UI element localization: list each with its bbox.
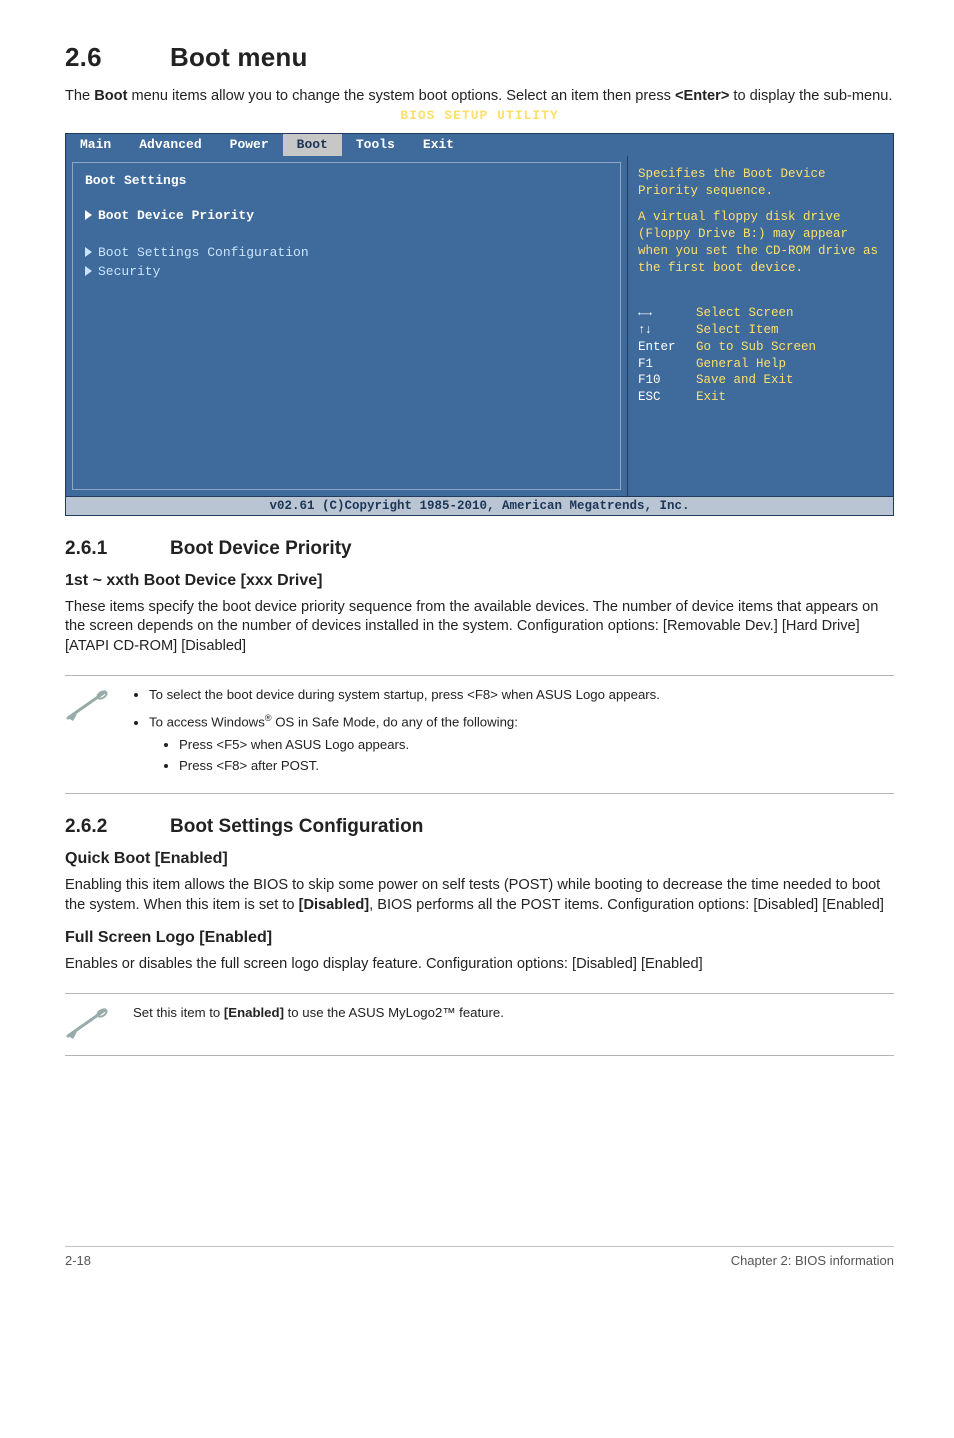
note-content: Set this item to [Enabled] to use the AS… [133,1004,894,1022]
subsection-heading: 2.6.1Boot Device Priority [65,538,894,560]
text-run: Set this item to [133,1005,224,1020]
option-heading: Full Screen Logo [Enabled] [65,929,894,947]
text-run: to display the sub-menu. [729,88,892,104]
bios-menu-item: Boot Device Priority [85,206,608,225]
bios-nav-row: ESCExit [638,389,883,406]
bios-nav-key: F10 [638,372,696,389]
bios-tab-boot: Boot [283,134,342,156]
bios-nav-row: EnterGo to Sub Screen [638,339,883,356]
section-number: 2.6 [65,42,170,73]
triangle-right-icon [85,210,92,220]
bios-nav-legend: ←→Select Screen↑↓Select ItemEnterGo to S… [638,305,883,406]
bios-tab-main: Main [66,134,125,156]
bios-nav-key: ←→ [638,305,696,322]
note-content: To select the boot device during system … [133,686,894,783]
chapter-label: Chapter 2: BIOS information [731,1253,894,1268]
option-heading: 1st ~ xxth Boot Device [xxx Drive] [65,572,894,590]
text-run: OS in Safe Mode, do any of the following… [272,715,518,730]
note-icon [65,686,133,727]
bios-nav-label: General Help [696,357,786,371]
section-title-text: Boot menu [170,42,308,72]
text-bold: <Enter> [675,88,729,104]
note-block: To select the boot device during system … [65,675,894,794]
text-run: , BIOS performs all the POST items. Conf… [369,897,884,913]
text-bold: Boot [94,88,127,104]
page-section-heading: 2.6Boot menu [65,42,894,73]
bios-left-pane: Boot Settings Boot Device Priority Boot S… [66,156,627,496]
divider [65,793,894,794]
bios-tab-exit: Exit [409,134,468,156]
bios-menu-item-label: Boot Settings Configuration [98,245,309,260]
bios-title: BIOS SETUP UTILITY [65,108,894,123]
subsection-title: Boot Settings Configuration [170,816,423,837]
bios-screenshot: BIOS SETUP UTILITY MainAdvancedPowerBoot… [65,121,894,516]
divider [65,1055,894,1056]
page-number: 2-18 [65,1253,91,1268]
paragraph: Enables or disables the full screen logo… [65,955,894,975]
registered-mark: ® [265,713,272,723]
bios-nav-label: Go to Sub Screen [696,340,816,354]
bios-footer: v02.61 (C)Copyright 1985-2010, American … [65,497,894,516]
bios-nav-label: Save and Exit [696,373,794,387]
subsection-number: 2.6.2 [65,816,170,838]
text-run: to use the ASUS MyLogo2™ feature. [284,1005,504,1020]
bios-nav-label: Select Item [696,323,779,337]
bios-nav-key: F1 [638,356,696,373]
bios-nav-label: Select Screen [696,306,794,320]
bios-tab-power: Power [216,134,283,156]
bios-help-text-1: Specifies the Boot Device Priority seque… [638,166,883,200]
subsection-number: 2.6.1 [65,538,170,560]
note-sub-bullet: Press <F5> when ASUS Logo appears. [179,736,894,754]
bios-nav-row: F1General Help [638,356,883,373]
subsection-title: Boot Device Priority [170,538,352,559]
text-bold: [Disabled] [299,897,370,913]
bios-menu-item-label: Security [98,264,160,279]
bios-help-pane: Specifies the Boot Device Priority seque… [627,156,893,496]
bios-nav-key: ↑↓ [638,322,696,339]
note-sub-bullet: Press <F8> after POST. [179,757,894,775]
bios-nav-row: ↑↓Select Item [638,322,883,339]
triangle-right-icon [85,266,92,276]
bios-tab-bar: MainAdvancedPowerBootToolsExit [65,133,894,156]
text-bold: [Enabled] [224,1005,284,1020]
bios-menu-item-label: Boot Device Priority [98,208,254,223]
paragraph: Enabling this item allows the BIOS to sk… [65,876,894,915]
bios-tab-advanced: Advanced [125,134,215,156]
intro-paragraph: The Boot menu items allow you to change … [65,87,894,107]
text-run: To access Windows [149,715,265,730]
note-icon [65,1004,133,1045]
option-heading: Quick Boot [Enabled] [65,850,894,868]
bios-pane-heading: Boot Settings [85,173,608,188]
note-block: Set this item to [Enabled] to use the AS… [65,993,894,1056]
bios-tab-tools: Tools [342,134,409,156]
bios-help-text-2: A virtual floppy disk drive (Floppy Driv… [638,209,883,277]
bios-body: Boot Settings Boot Device Priority Boot S… [65,156,894,497]
text-run: menu items allow you to change the syste… [127,88,675,104]
triangle-right-icon [85,247,92,257]
bios-nav-label: Exit [696,390,726,404]
bios-nav-key: Enter [638,339,696,356]
page-footer: 2-18 Chapter 2: BIOS information [65,1246,894,1268]
note-bullet: To access Windows® OS in Safe Mode, do a… [149,712,894,775]
bios-nav-row: ←→Select Screen [638,305,883,322]
bios-menu-item: Security [85,262,608,281]
note-bullet: To select the boot device during system … [149,686,894,704]
bios-nav-row: F10Save and Exit [638,372,883,389]
subsection-heading: 2.6.2Boot Settings Configuration [65,816,894,838]
text-run: The [65,88,94,104]
bios-menu-item: Boot Settings Configuration [85,243,608,262]
bios-nav-key: ESC [638,389,696,406]
paragraph: These items specify the boot device prio… [65,598,894,657]
